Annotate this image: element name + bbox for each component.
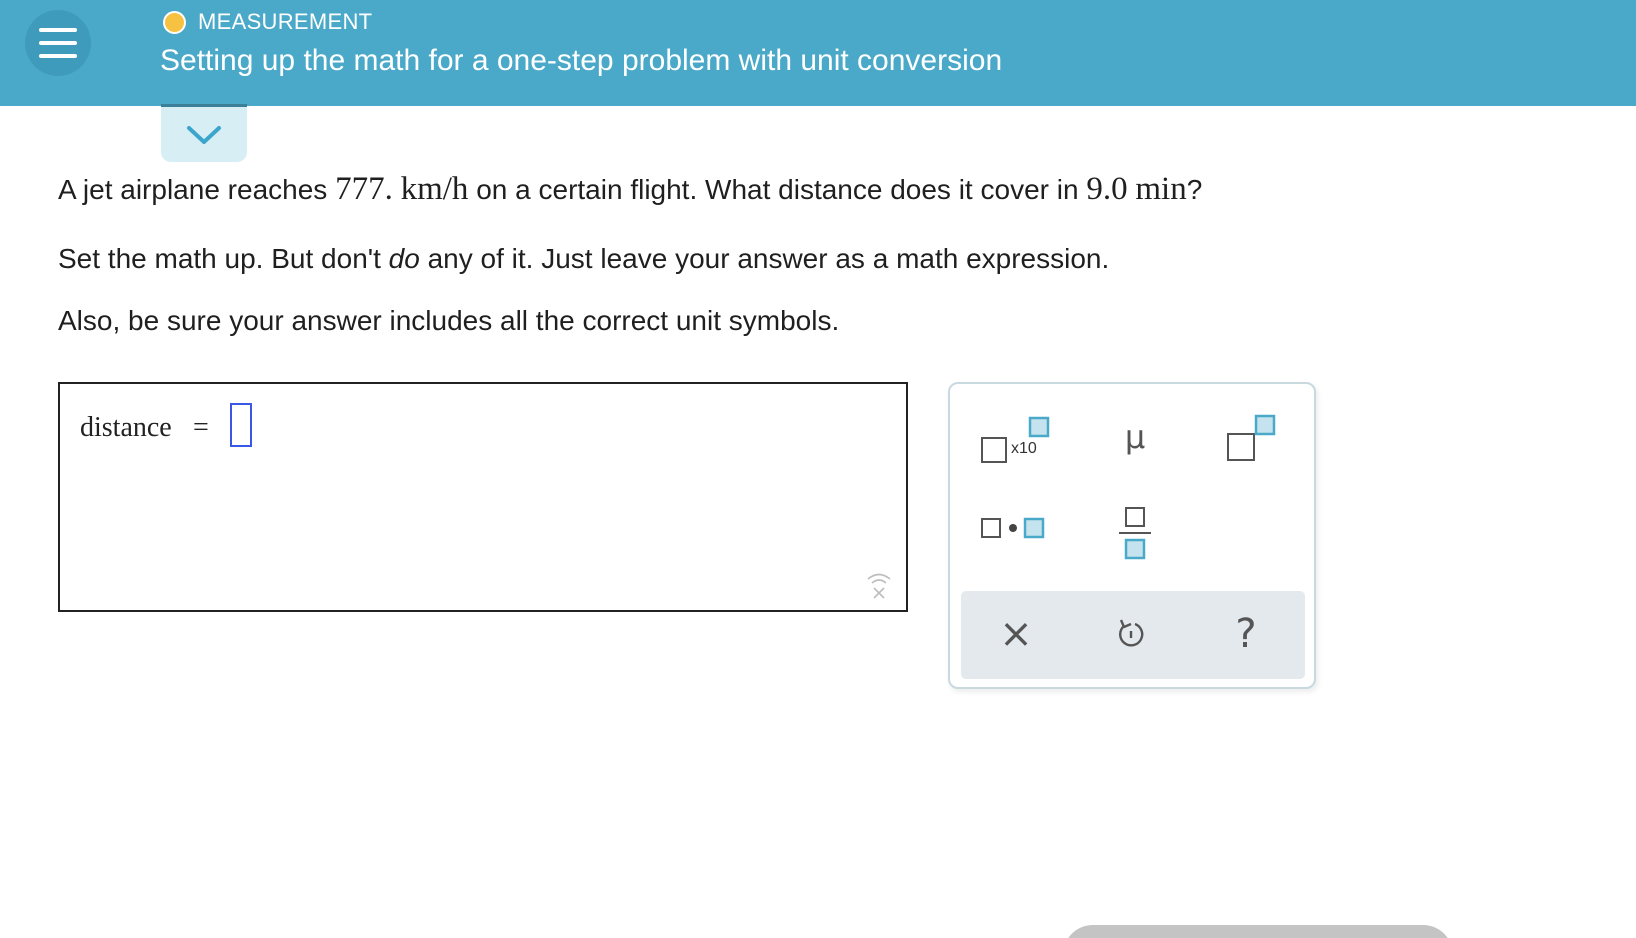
question-text: A jet airplane reaches	[58, 174, 328, 205]
fraction-icon	[1119, 507, 1151, 560]
collapse-toggle-button[interactable]	[161, 104, 247, 162]
instruction-text: any of it. Just leave your answer as a m…	[427, 243, 1110, 274]
question-line-2: Set the math up. But don't do any of it.…	[58, 243, 1109, 275]
clear-icon: ×	[999, 611, 1033, 657]
speed-unit: km/h	[400, 171, 469, 207]
hamburger-line	[39, 41, 77, 45]
question-text: on a certain flight. What distance does …	[476, 174, 1079, 205]
top-header: MEASUREMENT Setting up the math for a on…	[0, 0, 1636, 106]
multiply-dot-button[interactable]	[980, 514, 1050, 544]
time-value: 9.0	[1086, 171, 1128, 207]
question-line-1: A jet airplane reaches 777. km/h on a ce…	[58, 171, 1202, 208]
instruction-emphasis: do	[388, 243, 420, 274]
answer-input-area[interactable]: distance =	[58, 382, 908, 612]
sci-notation-label: x10	[1011, 440, 1037, 457]
help-button[interactable]: ?	[1221, 609, 1271, 659]
question-mark: ?	[1186, 174, 1203, 205]
instruction-text: Set the math up. But don't	[58, 243, 381, 274]
instruction-text: Also, be sure your answer includes all t…	[58, 305, 840, 336]
topic-status-icon	[163, 10, 186, 34]
answer-variable-label: distance	[80, 412, 172, 443]
topic-label: MEASUREMENT	[198, 9, 373, 34]
scientific-notation-button[interactable]: x10	[980, 416, 1050, 464]
undo-icon	[1119, 619, 1144, 647]
multiply-dot-icon	[981, 517, 1045, 539]
help-icon: ?	[1235, 611, 1257, 657]
mu-icon: μ	[1124, 418, 1146, 456]
mu-button[interactable]: μ	[1110, 412, 1160, 462]
bottom-action-bar[interactable]	[1063, 925, 1453, 938]
question-line-3: Also, be sure your answer includes all t…	[58, 305, 839, 337]
clear-button[interactable]: ×	[991, 609, 1041, 659]
menu-button[interactable]	[25, 10, 91, 76]
hamburger-line	[39, 54, 77, 58]
undo-button[interactable]	[1106, 609, 1156, 659]
topic-row: MEASUREMENT	[163, 9, 372, 35]
superscript-button[interactable]	[1226, 414, 1276, 462]
chevron-down-icon	[187, 125, 221, 144]
superscript-icon	[1227, 414, 1276, 461]
speed-value: 777.	[335, 171, 393, 207]
time-unit: min	[1135, 171, 1187, 207]
fraction-button[interactable]	[1110, 506, 1160, 562]
keypad-actions: × ?	[961, 591, 1305, 679]
answer-input-slot[interactable]	[230, 403, 252, 447]
audio-off-icon[interactable]	[865, 570, 893, 600]
equals-sign: =	[193, 412, 209, 443]
hamburger-line	[39, 28, 77, 32]
lesson-title: Setting up the math for a one-step probl…	[160, 44, 1003, 77]
math-keypad: x10 μ × ?	[948, 382, 1316, 689]
